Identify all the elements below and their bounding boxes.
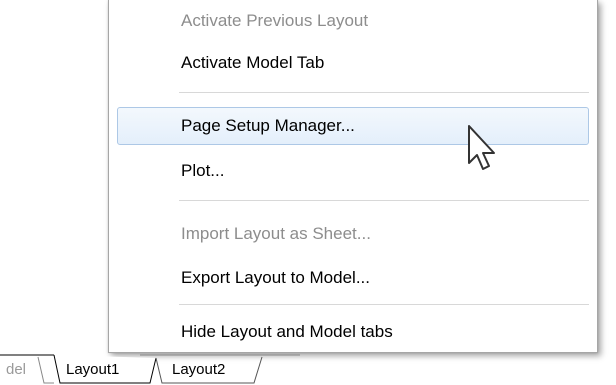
context-menu: Activate Previous Layout Activate Model … (108, 0, 598, 353)
menu-item-activate-model-tab[interactable]: Activate Model Tab (117, 44, 589, 82)
menu-item-label: Export Layout to Model... (181, 268, 370, 287)
menu-item-label: Page Setup Manager... (181, 116, 355, 135)
menu-item-import-layout-as-sheet[interactable]: Import Layout as Sheet... (117, 215, 589, 253)
menu-separator (179, 92, 589, 94)
menu-item-page-setup-manager[interactable]: Page Setup Manager... (117, 107, 589, 145)
tab-outline (0, 354, 300, 384)
menu-item-label: Activate Previous Layout (181, 11, 369, 30)
menu-item-hide-layout-and-model-tabs[interactable]: Hide Layout and Model tabs (117, 313, 589, 351)
menu-item-activate-previous-layout[interactable]: Activate Previous Layout (117, 2, 589, 40)
tab-layout1[interactable]: Layout1 (66, 361, 119, 378)
tab-layout2[interactable]: Layout2 (172, 361, 225, 378)
menu-item-label: Import Layout as Sheet... (181, 224, 371, 243)
menu-item-export-layout-to-model[interactable]: Export Layout to Model... (117, 259, 589, 297)
tab-model[interactable]: del (6, 361, 26, 378)
menu-item-label: Activate Model Tab (181, 53, 325, 72)
mouse-pointer-icon (467, 125, 497, 173)
menu-item-label: Plot... (181, 161, 225, 180)
menu-item-label: Hide Layout and Model tabs (181, 322, 393, 341)
menu-separator (179, 200, 589, 202)
menu-item-plot[interactable]: Plot... (117, 152, 589, 190)
layout-tab-strip: del Layout1 Layout2 (0, 354, 300, 385)
menu-separator (179, 304, 589, 306)
